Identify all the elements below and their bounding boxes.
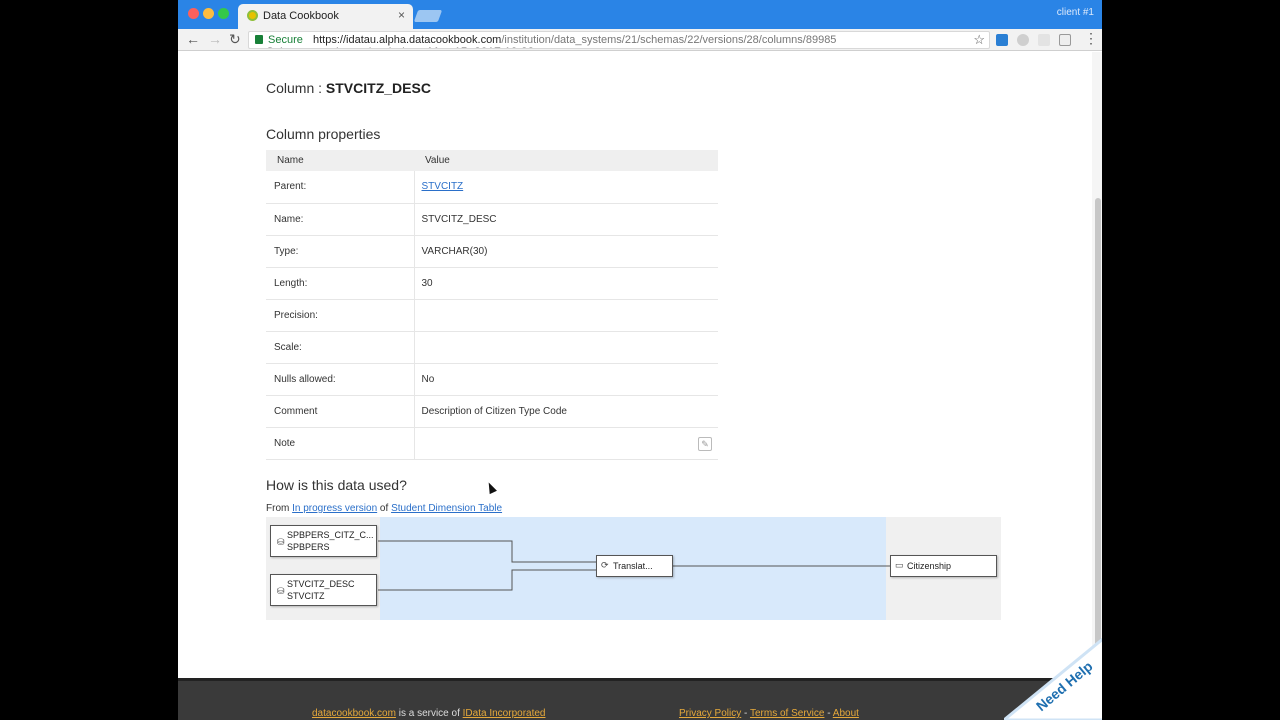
- extension-icon[interactable]: [1059, 34, 1071, 46]
- footer-service-text: is a service of: [395, 708, 463, 719]
- browser-window: Data Cookbook × client #1 ← → ↻ Secure h…: [178, 0, 1102, 720]
- profile-label[interactable]: client #1: [1057, 7, 1094, 18]
- forward-arrow-icon[interactable]: →: [208, 31, 222, 47]
- row-name: Scale:: [266, 331, 415, 364]
- favicon-icon: [247, 10, 258, 21]
- table-row: Nulls allowed: No: [266, 363, 718, 396]
- node-line1: SPBPERS_CITZ_C...: [287, 530, 374, 540]
- diagram-node-transform[interactable]: ⟳ Translat...: [596, 555, 673, 577]
- column-prefix: Column :: [266, 80, 326, 96]
- from-line: From In progress version of Student Dime…: [266, 503, 502, 514]
- from-prefix: From: [266, 503, 293, 514]
- diagram-node-source[interactable]: ⛁ STVCITZ_DESC STVCITZ: [270, 574, 377, 606]
- properties-table: Name Value Parent: STVCITZ Name: STVCITZ…: [266, 150, 718, 460]
- table-row: Note ✎: [266, 427, 718, 460]
- header-value: Value: [414, 150, 718, 171]
- cloud-extension-icon[interactable]: [1017, 34, 1029, 46]
- row-value: 30: [414, 267, 718, 300]
- table-header-row: Name Value: [266, 150, 718, 171]
- usage-heading: How is this data used?: [266, 477, 407, 493]
- lineage-diagram: ⛁ SPBPERS_CITZ_C... SPBPERS ⛁ STVCITZ_DE…: [266, 517, 1001, 620]
- database-icon: ⛁: [277, 537, 285, 547]
- reload-icon[interactable]: ↻: [229, 31, 241, 48]
- privacy-link[interactable]: Privacy Policy: [679, 708, 741, 719]
- tab-strip: Data Cookbook × client #1: [178, 0, 1102, 29]
- row-name: Length:: [266, 267, 415, 300]
- extension-icon[interactable]: [996, 34, 1008, 46]
- node-line2: SPBPERS: [287, 542, 330, 552]
- node-line1: Citizenship: [907, 561, 952, 571]
- node-line1: Translat...: [613, 561, 653, 571]
- table-row: Parent: STVCITZ: [266, 171, 718, 204]
- database-icon: ⛁: [277, 586, 285, 596]
- book-icon: ▭: [895, 560, 904, 570]
- row-name: Parent:: [266, 171, 415, 204]
- spec-link[interactable]: Student Dimension Table: [391, 503, 502, 514]
- diagram-node-target[interactable]: ▭ Citizenship: [890, 555, 997, 577]
- connector-line: [378, 540, 596, 563]
- row-name: Note: [266, 427, 415, 460]
- footer-sep: -: [741, 708, 750, 719]
- footer-links: Privacy Policy - Terms of Service - Abou…: [679, 708, 859, 719]
- node-line1: STVCITZ_DESC: [287, 579, 355, 589]
- from-of: of: [377, 503, 392, 514]
- table-row: Comment Description of Citizen Type Code: [266, 395, 718, 428]
- connector-line: [378, 569, 596, 591]
- need-help-widget[interactable]: Need Help: [1004, 638, 1102, 720]
- maximize-window-icon[interactable]: [218, 8, 229, 19]
- row-value: STVCITZ: [414, 171, 718, 204]
- node-line2: STVCITZ: [287, 591, 325, 601]
- footer-credits: datacookbook.com is a service of IData I…: [312, 708, 545, 719]
- need-help-corner: [1004, 638, 1102, 720]
- column-title: Column : STVCITZ_DESC: [266, 80, 431, 96]
- close-window-icon[interactable]: [188, 8, 199, 19]
- note-value: ✎: [414, 427, 718, 460]
- row-name: Name:: [266, 203, 415, 236]
- lock-icon: [255, 35, 263, 44]
- schema-upload-text: Schema version uploaded on: May 15, 2017…: [266, 38, 534, 48]
- extension-icon[interactable]: [1038, 34, 1050, 46]
- menu-icon[interactable]: ⋮: [1084, 30, 1098, 47]
- parent-link[interactable]: STVCITZ: [422, 181, 464, 192]
- footer-site-link[interactable]: datacookbook.com: [312, 708, 396, 719]
- tab-title: Data Cookbook: [263, 10, 339, 22]
- row-name: Precision:: [266, 299, 415, 332]
- minimize-window-icon[interactable]: [203, 8, 214, 19]
- browser-tab[interactable]: Data Cookbook ×: [238, 4, 413, 29]
- edit-pencil-icon[interactable]: ✎: [698, 436, 712, 451]
- properties-heading: Column properties: [266, 126, 381, 142]
- row-value: STVCITZ_DESC: [414, 203, 718, 236]
- back-arrow-icon[interactable]: ←: [186, 31, 200, 47]
- new-tab-button[interactable]: [413, 10, 443, 22]
- page-footer: datacookbook.com is a service of IData I…: [178, 678, 1102, 720]
- row-name: Comment: [266, 395, 415, 428]
- footer-sep: -: [824, 708, 833, 719]
- bookmark-star-icon[interactable]: ☆: [973, 32, 985, 48]
- table-row: Name: STVCITZ_DESC: [266, 203, 718, 236]
- diagram-node-source[interactable]: ⛁ SPBPERS_CITZ_C... SPBPERS: [270, 525, 377, 557]
- row-name: Type:: [266, 235, 415, 268]
- tab-close-icon[interactable]: ×: [398, 8, 405, 22]
- terms-link[interactable]: Terms of Service: [750, 708, 824, 719]
- transform-icon: ⟳: [601, 560, 609, 570]
- about-link[interactable]: About: [833, 708, 859, 719]
- table-row: Length: 30: [266, 267, 718, 300]
- row-value: [414, 299, 718, 332]
- table-row: Type: VARCHAR(30): [266, 235, 718, 268]
- row-value: Description of Citizen Type Code: [414, 395, 718, 428]
- url-path: /institution/data_systems/21/schemas/22/…: [501, 34, 837, 46]
- row-value: [414, 331, 718, 364]
- table-row: Scale:: [266, 331, 718, 364]
- version-link[interactable]: In progress version: [292, 503, 377, 514]
- scrollbar-thumb[interactable]: [1095, 198, 1101, 668]
- column-name: STVCITZ_DESC: [325, 80, 431, 96]
- row-value: VARCHAR(30): [414, 235, 718, 268]
- footer-company-link[interactable]: IData Incorporated: [463, 708, 546, 719]
- row-name: Nulls allowed:: [266, 363, 415, 396]
- header-name: Name: [266, 150, 414, 171]
- table-row: Precision:: [266, 299, 718, 332]
- row-value: No: [414, 363, 718, 396]
